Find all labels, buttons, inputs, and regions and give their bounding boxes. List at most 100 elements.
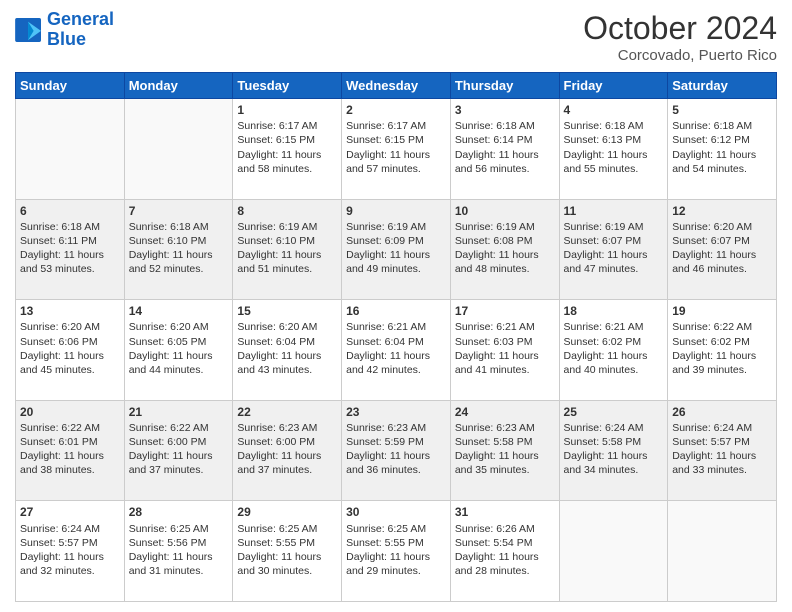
sunset-text: Sunset: 6:15 PM — [346, 134, 424, 146]
sunrise-text: Sunrise: 6:25 AM — [346, 523, 426, 535]
table-row: 15Sunrise: 6:20 AMSunset: 6:04 PMDayligh… — [233, 300, 342, 401]
sunrise-text: Sunrise: 6:18 AM — [672, 120, 752, 132]
table-row: 11Sunrise: 6:19 AMSunset: 6:07 PMDayligh… — [559, 199, 668, 300]
day-number: 30 — [346, 504, 446, 520]
sunset-text: Sunset: 6:15 PM — [237, 134, 315, 146]
sunset-text: Sunset: 5:57 PM — [672, 436, 750, 448]
sunset-text: Sunset: 6:14 PM — [455, 134, 533, 146]
table-row: 23Sunrise: 6:23 AMSunset: 5:59 PMDayligh… — [342, 400, 451, 501]
table-row: 1Sunrise: 6:17 AMSunset: 6:15 PMDaylight… — [233, 99, 342, 200]
daylight-text: Daylight: 11 hours and 52 minutes. — [129, 249, 213, 275]
table-row: 12Sunrise: 6:20 AMSunset: 6:07 PMDayligh… — [668, 199, 777, 300]
sunrise-text: Sunrise: 6:24 AM — [672, 422, 752, 434]
day-number: 7 — [129, 203, 229, 219]
col-monday: Monday — [124, 73, 233, 99]
daylight-text: Daylight: 11 hours and 55 minutes. — [564, 149, 648, 175]
table-row: 28Sunrise: 6:25 AMSunset: 5:56 PMDayligh… — [124, 501, 233, 602]
table-row: 5Sunrise: 6:18 AMSunset: 6:12 PMDaylight… — [668, 99, 777, 200]
day-number: 10 — [455, 203, 555, 219]
day-number: 3 — [455, 102, 555, 118]
table-row: 17Sunrise: 6:21 AMSunset: 6:03 PMDayligh… — [450, 300, 559, 401]
sunrise-text: Sunrise: 6:22 AM — [129, 422, 209, 434]
daylight-text: Daylight: 11 hours and 33 minutes. — [672, 450, 756, 476]
calendar-week-row: 20 Sunrise: 6:22 AM Sunset: 6:01 PM Dayligh… — [16, 400, 777, 501]
header: General Blue October 2024 Corcovado, Pue… — [15, 10, 777, 64]
daylight-text: Daylight: 11 hours and 43 minutes. — [237, 350, 321, 376]
table-row: 22Sunrise: 6:23 AMSunset: 6:00 PMDayligh… — [233, 400, 342, 501]
day-number: 20 — [20, 404, 120, 420]
sunset-text: Sunset: 5:55 PM — [346, 537, 424, 549]
sunset-text: Sunset: 6:10 PM — [129, 235, 207, 247]
sunrise-text: Sunrise: 6:24 AM — [564, 422, 644, 434]
daylight-text: Daylight: 11 hours and 57 minutes. — [346, 149, 430, 175]
daylight-text: Daylight: 11 hours and 44 minutes. — [129, 350, 213, 376]
logo-icon — [15, 18, 43, 42]
sunset-text: Sunset: 5:56 PM — [129, 537, 207, 549]
day-number: 11 — [564, 203, 664, 219]
table-row: 18Sunrise: 6:21 AMSunset: 6:02 PMDayligh… — [559, 300, 668, 401]
table-row: 29Sunrise: 6:25 AMSunset: 5:55 PMDayligh… — [233, 501, 342, 602]
day-number: 13 — [20, 303, 120, 319]
sunrise-text: Sunrise: 6:20 AM — [20, 321, 100, 333]
sunset-text: Sunset: 6:07 PM — [672, 235, 750, 247]
sunrise-text: Sunrise: 6:25 AM — [237, 523, 317, 535]
sunset-text: Sunset: 6:01 PM — [20, 436, 98, 448]
calendar-header-row: Sunday Monday Tuesday Wednesday Thursday… — [16, 73, 777, 99]
sunrise-text: Sunrise: 6:20 AM — [237, 321, 317, 333]
daylight-text: Daylight: 11 hours and 58 minutes. — [237, 149, 321, 175]
sunrise-text: Sunrise: 6:19 AM — [237, 221, 317, 233]
sunrise-text: Sunrise: 6:20 AM — [672, 221, 752, 233]
daylight-text: Daylight: 11 hours and 29 minutes. — [346, 551, 430, 577]
calendar-table: Sunday Monday Tuesday Wednesday Thursday… — [15, 72, 777, 602]
table-row — [668, 501, 777, 602]
sunset-text: Sunset: 5:57 PM — [20, 537, 98, 549]
table-row: 3Sunrise: 6:18 AMSunset: 6:14 PMDaylight… — [450, 99, 559, 200]
table-row: 27Sunrise: 6:24 AMSunset: 5:57 PMDayligh… — [16, 501, 125, 602]
sunset-text: Sunset: 6:04 PM — [346, 336, 424, 348]
daylight-text: Daylight: 11 hours and 53 minutes. — [20, 249, 104, 275]
sunrise-text: Sunrise: 6:19 AM — [346, 221, 426, 233]
day-number: 14 — [129, 303, 229, 319]
month-title: October 2024 — [583, 10, 777, 47]
table-row: 20Sunrise: 6:22 AMSunset: 6:01 PMDayligh… — [16, 400, 125, 501]
sunset-text: Sunset: 6:02 PM — [672, 336, 750, 348]
day-number: 1 — [237, 102, 337, 118]
sunrise-text: Sunrise: 6:24 AM — [20, 523, 100, 535]
daylight-text: Daylight: 11 hours and 54 minutes. — [672, 149, 756, 175]
sunrise-text: Sunrise: 6:19 AM — [455, 221, 535, 233]
table-row: 19Sunrise: 6:22 AMSunset: 6:02 PMDayligh… — [668, 300, 777, 401]
sunset-text: Sunset: 6:05 PM — [129, 336, 207, 348]
daylight-text: Daylight: 11 hours and 39 minutes. — [672, 350, 756, 376]
sunset-text: Sunset: 5:59 PM — [346, 436, 424, 448]
daylight-text: Daylight: 11 hours and 36 minutes. — [346, 450, 430, 476]
sunrise-text: Sunrise: 6:21 AM — [564, 321, 644, 333]
day-number: 6 — [20, 203, 120, 219]
sunrise-text: Sunrise: 6:20 AM — [129, 321, 209, 333]
daylight-text: Daylight: 11 hours and 37 minutes. — [129, 450, 213, 476]
table-row: 31Sunrise: 6:26 AMSunset: 5:54 PMDayligh… — [450, 501, 559, 602]
sunset-text: Sunset: 6:10 PM — [237, 235, 315, 247]
calendar-week-row: 6Sunrise: 6:18 AMSunset: 6:11 PMDaylight… — [16, 199, 777, 300]
sunrise-text: Sunrise: 6:17 AM — [346, 120, 426, 132]
col-saturday: Saturday — [668, 73, 777, 99]
day-number: 8 — [237, 203, 337, 219]
table-row — [16, 99, 125, 200]
day-number: 21 — [129, 404, 229, 420]
day-number: 18 — [564, 303, 664, 319]
sunset-text: Sunset: 6:12 PM — [672, 134, 750, 146]
sunrise-text: Sunrise: 6:18 AM — [564, 120, 644, 132]
sunrise-text: Sunrise: 6:19 AM — [564, 221, 644, 233]
sunset-text: Sunset: 5:58 PM — [455, 436, 533, 448]
daylight-text: Daylight: 11 hours and 30 minutes. — [237, 551, 321, 577]
sunset-text: Sunset: 5:55 PM — [237, 537, 315, 549]
table-row: 10Sunrise: 6:19 AMSunset: 6:08 PMDayligh… — [450, 199, 559, 300]
table-row: 21Sunrise: 6:22 AMSunset: 6:00 PMDayligh… — [124, 400, 233, 501]
day-number: 31 — [455, 504, 555, 520]
sunset-text: Sunset: 5:58 PM — [564, 436, 642, 448]
sunrise-text: Sunrise: 6:23 AM — [346, 422, 426, 434]
sunset-text: Sunset: 6:00 PM — [237, 436, 315, 448]
table-row: 2Sunrise: 6:17 AMSunset: 6:15 PMDaylight… — [342, 99, 451, 200]
sunrise-text: Sunrise: 6:23 AM — [455, 422, 535, 434]
daylight-text: Daylight: 11 hours and 35 minutes. — [455, 450, 539, 476]
sunrise-text: Sunrise: 6:25 AM — [129, 523, 209, 535]
